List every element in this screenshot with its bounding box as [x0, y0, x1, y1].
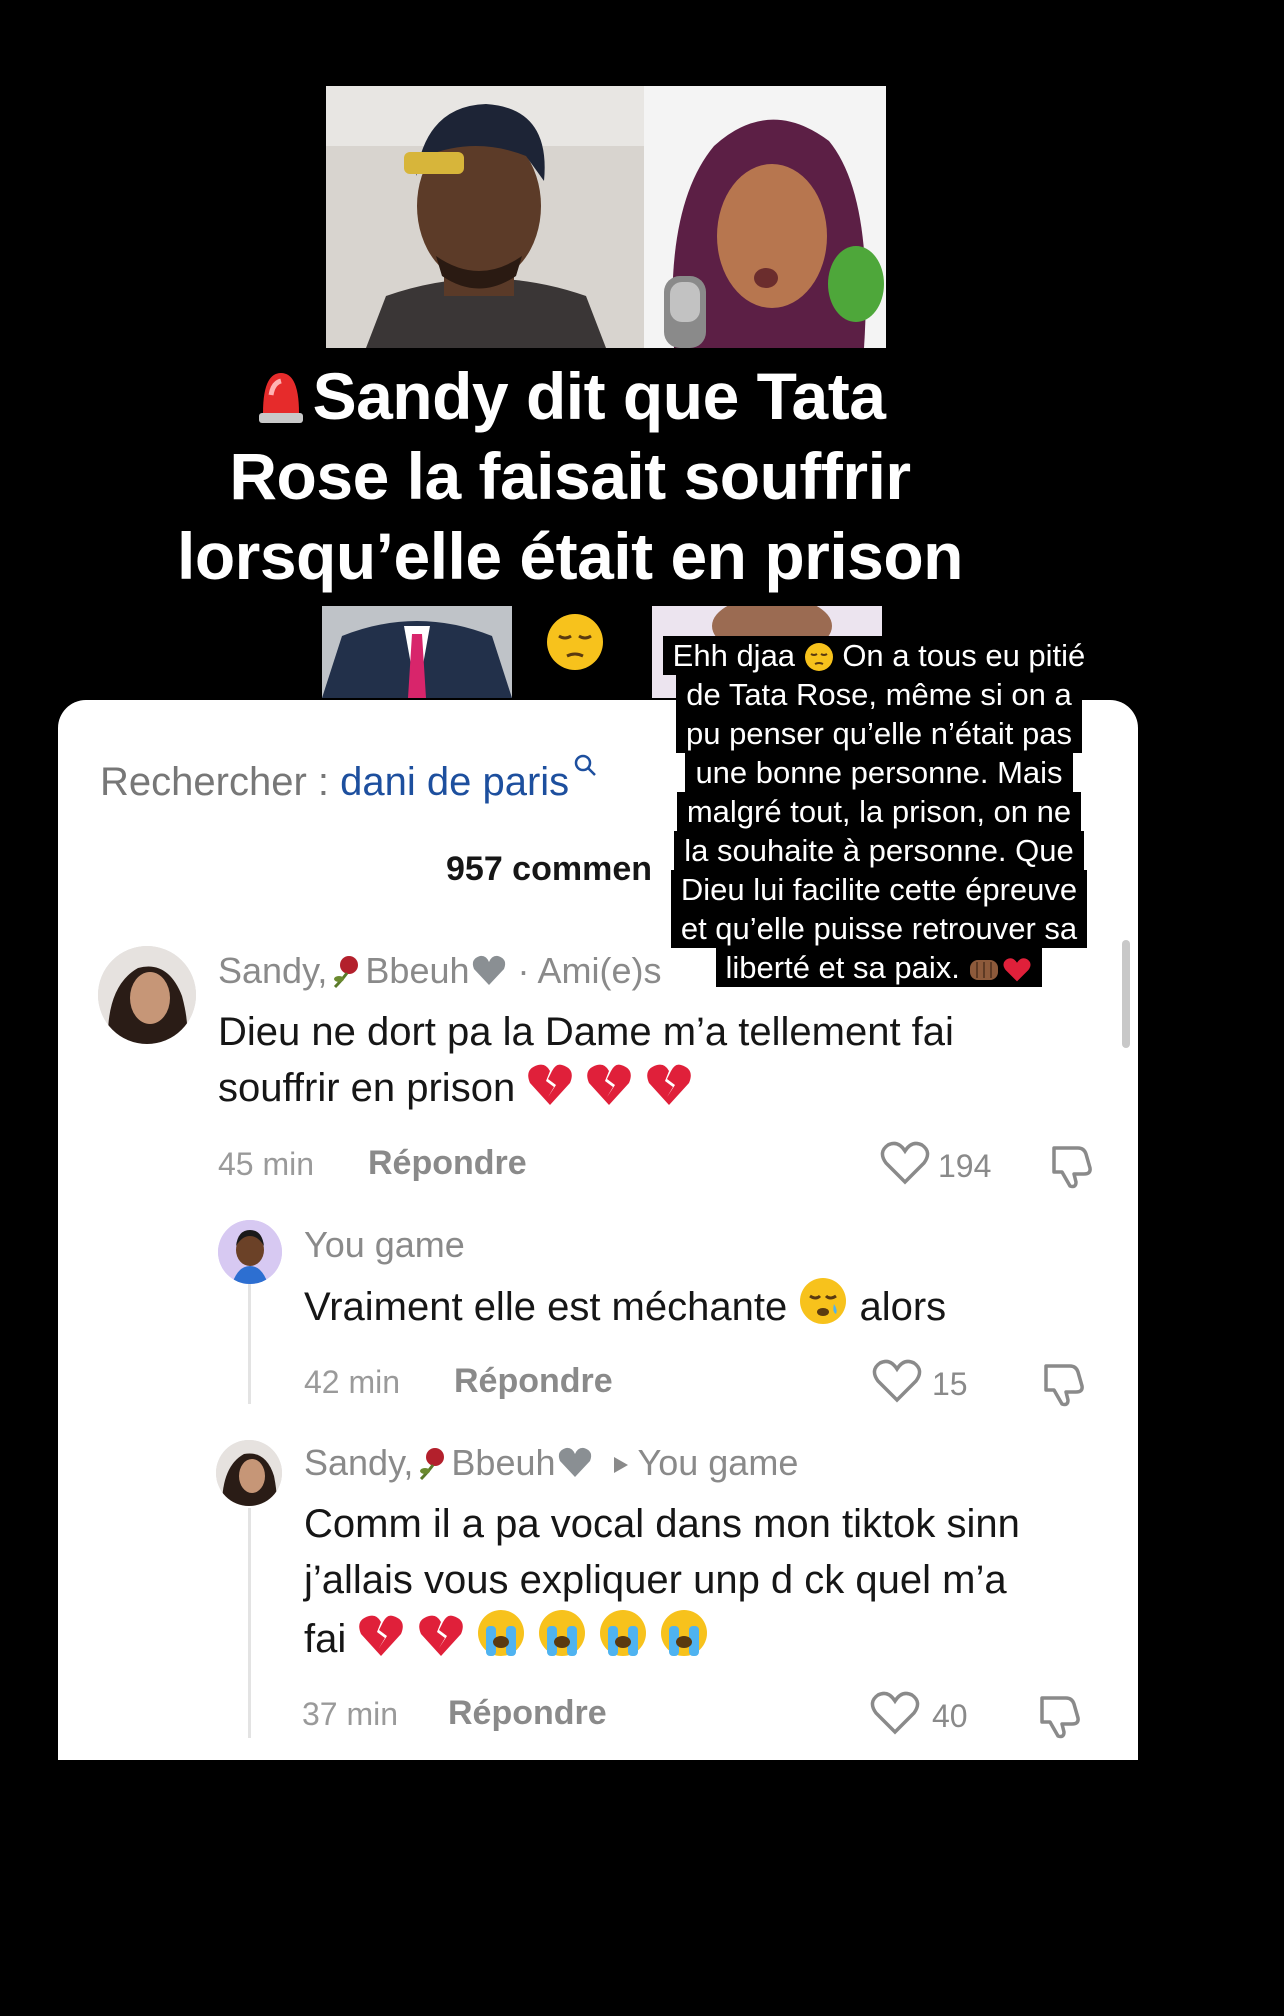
friends-tag: · Ami(e)s: [517, 950, 662, 991]
sleepy-face-icon: [800, 1278, 847, 1324]
search-query[interactable]: dani de paris: [340, 760, 569, 804]
like-heart-icon[interactable]: [870, 1690, 920, 1736]
like-count: 40: [932, 1698, 968, 1734]
author-name-b: Bbeuh: [365, 950, 470, 991]
loudly-crying-face-icon: [661, 1610, 707, 1656]
broken-heart-icon: [528, 1064, 573, 1105]
author-name-a: Sandy,: [218, 950, 328, 991]
reply-text: Vraiment elle est méchante alors: [304, 1276, 1104, 1335]
reply-text-line-2: j’allais vous expliquer unp d ck quel m’…: [304, 1558, 1007, 1602]
dislike-icon[interactable]: [1034, 1690, 1084, 1740]
caption-line-2: de Tata Rose, même si on a: [676, 675, 1082, 714]
headline-line-3: lorsqu’elle était en prison: [176, 519, 964, 593]
broken-heart-icon: [418, 1615, 463, 1656]
avatar-you-game[interactable]: [218, 1220, 282, 1284]
caption-overlay: Ehh djaa On a tous eu pitié de Tata Rose…: [650, 636, 1108, 987]
grey-heart-icon: [472, 955, 505, 985]
reply-to-user[interactable]: You game: [638, 1442, 799, 1483]
caption-line-1: Ehh djaa On a tous eu pitié: [662, 636, 1096, 675]
reply-button[interactable]: Répondre: [454, 1362, 613, 1401]
reply-button[interactable]: Répondre: [448, 1694, 607, 1733]
like-heart-icon[interactable]: [880, 1140, 930, 1186]
comment-count: 957 commen: [446, 850, 652, 888]
scrollbar[interactable]: [1122, 940, 1130, 1048]
avatar-sandy-small[interactable]: [216, 1440, 282, 1506]
grey-heart-icon: [558, 1447, 591, 1477]
headline-line-2: Rose la faisait souffrir: [229, 439, 911, 513]
caption-line-6: la souhaite à personne. Que: [674, 831, 1084, 870]
photo-man-cap: [326, 86, 644, 348]
caption-line-9: liberté et sa paix.: [715, 948, 1043, 987]
like-heart-icon[interactable]: [872, 1358, 922, 1404]
clasped-hands-icon: [970, 960, 999, 980]
caption-line-8: et qu’elle puisse retrouver sa: [670, 909, 1088, 948]
wilted-rose-icon: [420, 1448, 445, 1481]
like-count: 194: [938, 1148, 992, 1184]
wilted-rose-icon: [334, 956, 359, 989]
caption-line-4: une bonne personne. Mais: [685, 753, 1073, 792]
loudly-crying-face-icon: [538, 1610, 585, 1656]
pensive-face-icon: [804, 643, 833, 671]
comment-text: Dieu ne dort pa la Dame m’a tellement fa…: [218, 1004, 1078, 1116]
search-label: Rechercher :: [100, 760, 341, 804]
comment-author[interactable]: Sandy, Bbeuh · Ami(e)s: [218, 950, 662, 992]
caption-line-1-tail: On a tous eu pitié: [842, 638, 1086, 673]
headline-line-1: Sandy dit que Tata: [312, 359, 886, 433]
reply-text-b: alors: [859, 1285, 947, 1329]
reply-arrow-icon: [613, 1457, 628, 1473]
sad-face-sticker: [512, 600, 638, 682]
reply-time: 42 min: [304, 1364, 401, 1400]
avatar-sandy[interactable]: [98, 946, 196, 1044]
like-count: 15: [932, 1366, 968, 1402]
reply-author[interactable]: Sandy, Bbeuh You game: [304, 1442, 798, 1484]
video-headline: Sandy dit que Tata Rose la faisait souff…: [170, 356, 970, 596]
photo-man-suit: [322, 606, 512, 698]
thread-line: [248, 1508, 251, 1738]
reply-author[interactable]: You game: [304, 1224, 465, 1266]
caption-line-7: Dieu lui facilite cette épreuve: [670, 870, 1088, 909]
photo-woman-hijab: [644, 86, 886, 348]
broken-heart-icon: [646, 1064, 691, 1105]
comment-text-line-1: Dieu ne dort pa la Dame m’a tellement fa…: [218, 1010, 954, 1054]
caption-line-9-text: liberté et sa paix.: [725, 950, 960, 985]
reply-text-line-3: fai: [304, 1617, 347, 1661]
broken-heart-icon: [587, 1064, 632, 1105]
search-suggestion[interactable]: Rechercher : dani de paris: [100, 742, 597, 805]
reply-button[interactable]: Répondre: [368, 1144, 527, 1183]
author-name-b: Bbeuh: [451, 1442, 556, 1483]
broken-heart-icon: [359, 1615, 404, 1656]
reply-text-line-1: Comm il a pa vocal dans mon tiktok sinn: [304, 1502, 1020, 1546]
reply-time: 37 min: [302, 1696, 399, 1732]
caption-line-3: pu penser qu’elle n’était pas: [675, 714, 1083, 753]
dislike-icon[interactable]: [1038, 1358, 1088, 1408]
red-heart-icon: [1003, 958, 1032, 982]
siren-icon: [255, 362, 307, 423]
search-icon[interactable]: [573, 742, 597, 776]
comment-text-line-2: souffrir en prison: [218, 1066, 516, 1110]
thread-line: [248, 1284, 251, 1404]
loudly-crying-face-icon: [477, 1610, 524, 1656]
reply-text-a: Vraiment elle est méchante: [304, 1285, 788, 1329]
comment-time: 45 min: [218, 1146, 315, 1182]
author-name-a: Sandy,: [304, 1442, 414, 1483]
dislike-icon[interactable]: [1046, 1140, 1096, 1190]
pensive-face-icon: [547, 614, 603, 670]
caption-line-5: malgré tout, la prison, on ne: [676, 792, 1082, 831]
caption-line-1-text: Ehh djaa: [672, 638, 796, 673]
loudly-crying-face-icon: [599, 1610, 646, 1656]
reply-text: Comm il a pa vocal dans mon tiktok sinn …: [304, 1496, 1124, 1667]
